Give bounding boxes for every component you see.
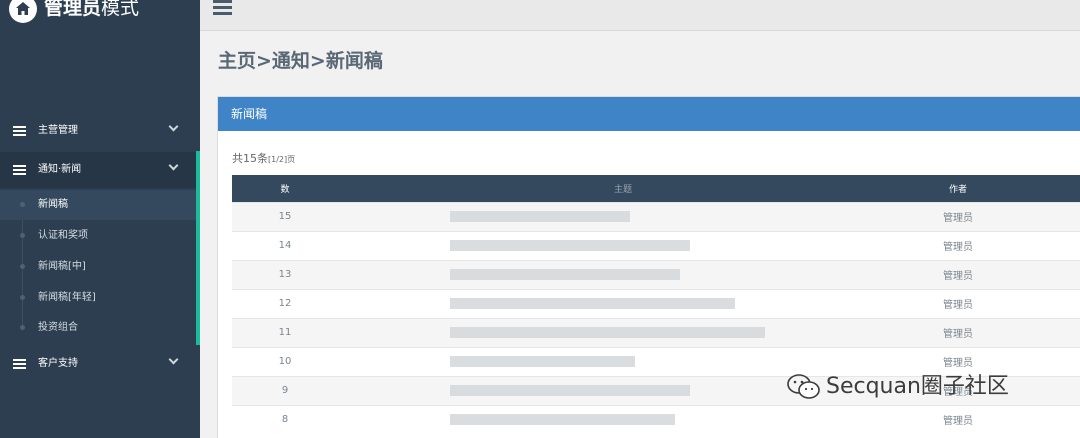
row-extra: 20 bbox=[1008, 404, 1080, 434]
row-subject[interactable] bbox=[338, 230, 908, 260]
row-subject[interactable] bbox=[338, 404, 908, 434]
row-extra: 2 bbox=[1008, 230, 1080, 260]
table-row[interactable]: 8 管理员 20 bbox=[232, 404, 1080, 434]
submenu-item-portfolio[interactable]: 投资组合 bbox=[0, 313, 196, 343]
active-accent-bar bbox=[196, 151, 200, 345]
redacted-subject bbox=[450, 268, 680, 280]
menu-item-business[interactable]: 主营管理 bbox=[0, 113, 200, 149]
watermark-text: Secquan圈子社区 bbox=[826, 374, 1009, 399]
redacted-subject bbox=[450, 239, 690, 251]
submenu-item-label: 新闻稿[年轻] bbox=[38, 292, 96, 303]
column-header-number[interactable]: 数 bbox=[232, 175, 338, 202]
watermark: Secquan圈子社区 bbox=[786, 372, 1009, 402]
page-indicator: [1/2]页 bbox=[268, 155, 296, 164]
app-title: 管理员模式 bbox=[44, 0, 139, 21]
row-extra: 2 bbox=[1008, 201, 1080, 231]
row-subject[interactable] bbox=[338, 288, 908, 318]
row-number: 14 bbox=[232, 230, 338, 260]
submenu-item-label: 新闻稿[中] bbox=[38, 261, 86, 272]
row-extra: 2 bbox=[1008, 317, 1080, 347]
chevron-down-icon bbox=[168, 354, 179, 365]
wechat-icon bbox=[786, 373, 822, 401]
app-title-bold: 管理员 bbox=[44, 0, 102, 19]
row-subject[interactable] bbox=[338, 259, 908, 289]
menu-bars-icon bbox=[13, 165, 26, 175]
row-number: 12 bbox=[232, 288, 338, 318]
record-count-text: 共15条 bbox=[232, 152, 268, 165]
row-author: 管理员 bbox=[908, 259, 1008, 289]
submenu-item-certification[interactable]: 认证和奖项 bbox=[0, 221, 196, 251]
table-row[interactable]: 11 管理员 2 bbox=[232, 317, 1080, 347]
row-subject[interactable] bbox=[338, 201, 908, 231]
panel-title: 新闻稿 bbox=[231, 107, 268, 121]
redacted-subject bbox=[450, 414, 675, 425]
bullet-icon bbox=[20, 295, 25, 300]
row-extra: 2 bbox=[1008, 288, 1080, 318]
row-number: 11 bbox=[232, 317, 338, 347]
menu-item-label: 主营管理 bbox=[38, 125, 78, 136]
breadcrumb: 主页>通知>新闻稿 bbox=[218, 50, 383, 72]
row-number: 10 bbox=[232, 346, 338, 376]
menu-bars-icon bbox=[13, 359, 26, 369]
column-header-extra bbox=[1008, 175, 1080, 202]
menu-bars-icon bbox=[13, 126, 26, 136]
submenu-item-label: 认证和奖项 bbox=[38, 230, 88, 241]
submenu-item-press-youth[interactable]: 新闻稿[年轻] bbox=[0, 283, 196, 313]
row-author: 管理员 bbox=[908, 201, 1008, 231]
menu-item-notice-news[interactable]: 通知·新闻 bbox=[0, 152, 200, 188]
home-icon[interactable] bbox=[9, 0, 37, 23]
menu-item-support[interactable]: 客户支持 bbox=[0, 346, 200, 382]
panel-header: 新闻稿 bbox=[218, 97, 1080, 131]
submenu-item-press-middle[interactable]: 新闻稿[中] bbox=[0, 252, 196, 282]
table-row[interactable]: 13 管理员 bbox=[232, 259, 1080, 289]
bullet-icon bbox=[20, 264, 25, 269]
column-header-subject[interactable]: 主题 bbox=[338, 175, 908, 202]
table-row[interactable]: 14 管理员 2 bbox=[232, 230, 1080, 260]
row-extra: 2 bbox=[1008, 346, 1080, 376]
row-extra bbox=[1008, 259, 1080, 289]
bullet-icon bbox=[20, 325, 25, 330]
row-author: 管理员 bbox=[908, 404, 1008, 434]
submenu-item-press[interactable]: 新闻稿 bbox=[0, 190, 196, 220]
submenu-item-label: 新闻稿 bbox=[38, 199, 68, 210]
app-title-rest: 模式 bbox=[101, 0, 140, 19]
menu-item-label: 客户支持 bbox=[38, 358, 78, 369]
submenu-item-label: 投资组合 bbox=[38, 322, 78, 333]
row-author: 管理员 bbox=[908, 230, 1008, 260]
chevron-down-icon bbox=[168, 160, 179, 171]
redacted-subject bbox=[450, 210, 630, 222]
menu-item-label: 通知·新闻 bbox=[38, 164, 82, 175]
row-number: 8 bbox=[232, 404, 338, 434]
row-number: 15 bbox=[232, 201, 338, 231]
row-extra: 2 bbox=[1008, 375, 1080, 405]
sidebar: 管理员模式 主营管理 通知·新闻 新闻稿 认证和奖项 新闻稿[中] 新闻稿[年轻… bbox=[0, 0, 200, 438]
column-header-author[interactable]: 作者 bbox=[908, 175, 1008, 202]
bullet-icon bbox=[20, 233, 25, 238]
sidebar-header: 管理员模式 bbox=[0, 0, 200, 40]
row-number: 9 bbox=[232, 375, 338, 405]
table-row[interactable]: 15 管理员 2 bbox=[232, 201, 1080, 231]
top-bar bbox=[200, 0, 1080, 31]
row-subject[interactable] bbox=[338, 317, 908, 347]
record-count: 共15条[1/2]页 bbox=[232, 152, 295, 167]
redacted-subject bbox=[450, 384, 690, 396]
redacted-subject bbox=[450, 297, 735, 309]
bullet-icon bbox=[20, 202, 25, 207]
redacted-subject bbox=[450, 355, 635, 367]
redacted-subject bbox=[450, 326, 765, 338]
table-header-row: 数 主题 作者 bbox=[232, 175, 1080, 202]
row-author: 管理员 bbox=[908, 317, 1008, 347]
row-number: 13 bbox=[232, 259, 338, 289]
sidebar-toggle-icon[interactable] bbox=[213, 0, 232, 15]
row-author: 管理员 bbox=[908, 288, 1008, 318]
chevron-down-icon bbox=[168, 121, 179, 132]
table-row[interactable]: 12 管理员 2 bbox=[232, 288, 1080, 318]
